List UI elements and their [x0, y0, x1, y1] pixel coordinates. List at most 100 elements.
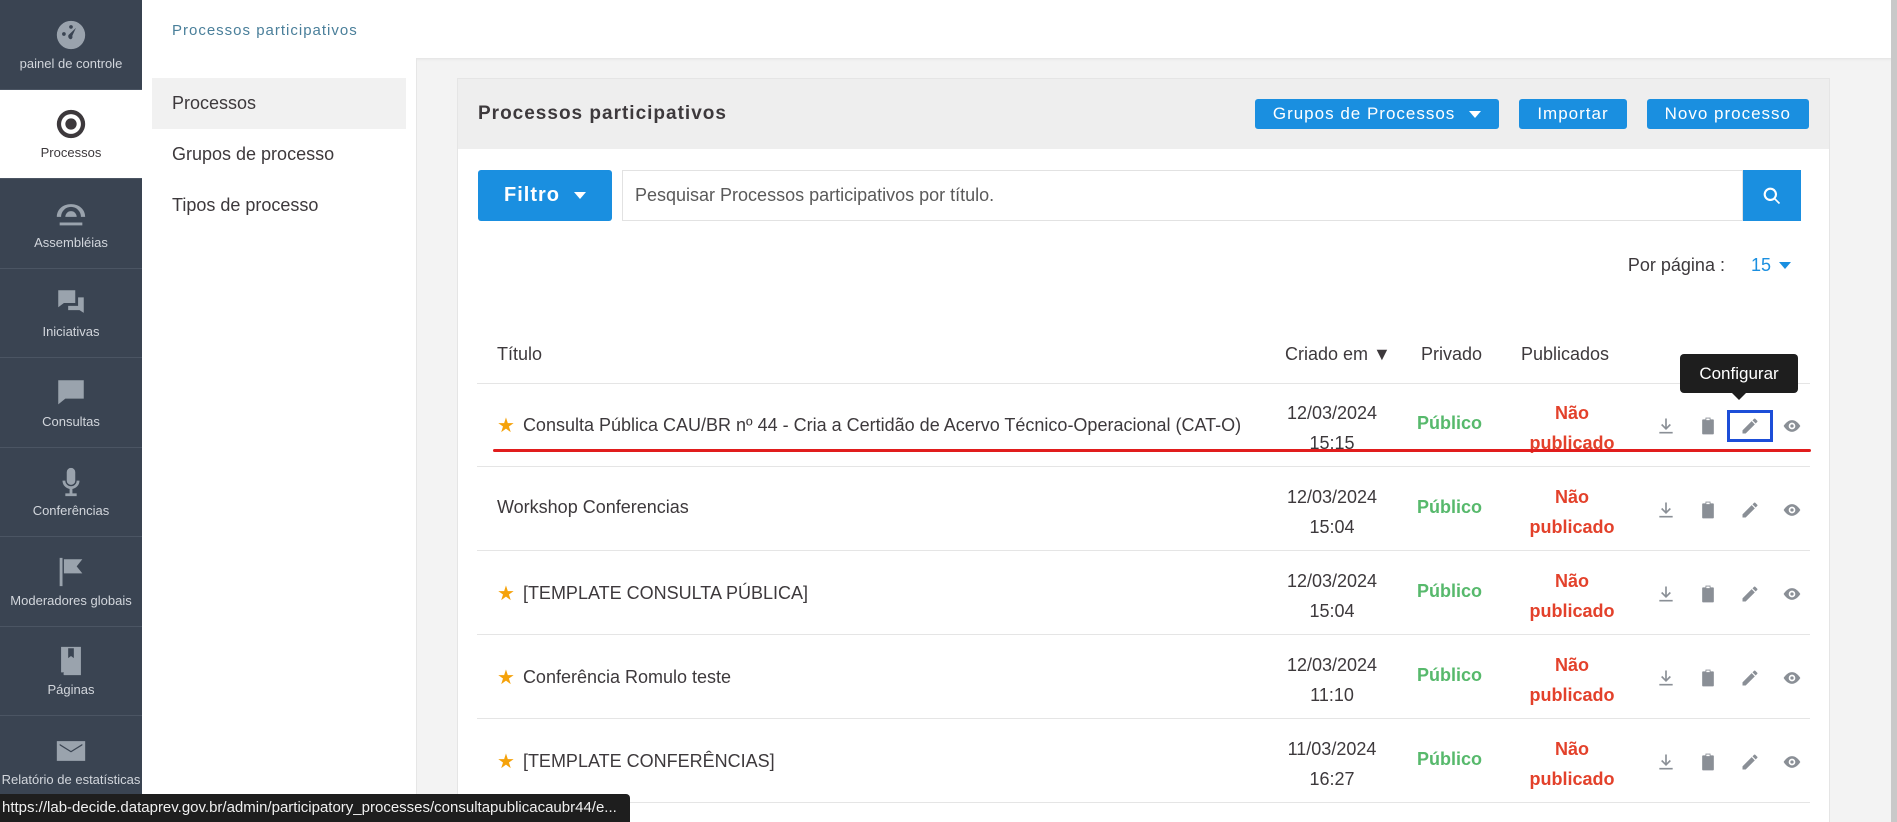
eye-icon	[1783, 504, 1801, 516]
row-created: 11/03/2024 16:27	[1272, 734, 1392, 794]
sidebar-item-conferences[interactable]: Conferências	[0, 448, 142, 537]
sidebar-item-pages[interactable]: Páginas	[0, 627, 142, 716]
per-page-dropdown[interactable]: 15	[1751, 255, 1791, 276]
preview-button[interactable]	[1771, 664, 1813, 692]
submenu-item-processes[interactable]: Processos	[152, 78, 406, 129]
row-title[interactable]: Workshop Conferencias	[497, 497, 689, 518]
admin-sidebar: painel de controle Processos Assembléias…	[0, 0, 142, 822]
eye-icon	[1783, 588, 1801, 600]
clipboard-icon	[1702, 753, 1714, 771]
scrollbar[interactable]	[1891, 0, 1897, 822]
col-created[interactable]: Criado em ▼	[1285, 344, 1391, 365]
preview-button[interactable]	[1771, 496, 1813, 524]
pencil-icon	[1742, 586, 1758, 602]
row-date: 12/03/2024	[1286, 487, 1378, 507]
row-actions	[1645, 496, 1813, 524]
sidebar-item-label: Assembléias	[34, 234, 108, 250]
import-button[interactable]: Importar	[1519, 99, 1627, 129]
export-button[interactable]	[1645, 580, 1687, 608]
search-input[interactable]	[622, 170, 1743, 221]
configure-button[interactable]	[1729, 580, 1771, 608]
copy-button[interactable]	[1687, 748, 1729, 776]
table-row: Workshop Conferencias 12/03/2024 15:04 Públ…	[477, 468, 1810, 551]
sidebar-item-initiatives[interactable]: Iniciativas	[0, 269, 142, 358]
row-published-status: Não publicado	[1507, 566, 1637, 626]
eye-icon	[1783, 672, 1801, 684]
export-button[interactable]	[1645, 412, 1687, 440]
row-title-text: Workshop Conferencias	[497, 497, 689, 517]
star-icon[interactable]: ★	[497, 665, 515, 690]
eye-icon	[1783, 420, 1801, 432]
col-private[interactable]: Privado	[1421, 344, 1482, 365]
configure-button[interactable]	[1729, 748, 1771, 776]
submenu-item-process-types[interactable]: Tipos de processo	[152, 180, 406, 231]
preview-button[interactable]	[1771, 748, 1813, 776]
pencil-icon	[1742, 670, 1758, 686]
star-icon[interactable]: ★	[497, 749, 515, 774]
card-header: Processos participativos Grupos de Proce…	[458, 79, 1829, 149]
col-published[interactable]: Publicados	[1521, 344, 1609, 365]
row-published-line1: Não	[1554, 571, 1589, 591]
row-title-text: Consulta Pública CAU/BR nº 44 - Cria a C…	[522, 415, 1242, 435]
export-button[interactable]	[1645, 664, 1687, 692]
row-published-line1: Não	[1554, 739, 1589, 759]
caret-down-icon	[1469, 110, 1482, 118]
row-title[interactable]: ★ [TEMPLATE CONSULTA PÚBLICA]	[497, 581, 808, 606]
row-date: 12/03/2024	[1286, 571, 1378, 591]
configure-button[interactable]	[1729, 496, 1771, 524]
row-actions	[1645, 748, 1813, 776]
sidebar-item-assemblies[interactable]: Assembléias	[0, 179, 142, 269]
sidebar-item-processes[interactable]: Processos	[0, 89, 142, 179]
row-actions	[1645, 664, 1813, 692]
row-created: 12/03/2024 15:04	[1272, 482, 1392, 542]
row-published-line1: Não	[1554, 403, 1589, 423]
col-title[interactable]: Título	[497, 344, 542, 365]
microphone-icon	[62, 468, 80, 497]
row-time: 15:04	[1309, 601, 1355, 621]
filter-row: Filtro	[478, 170, 1801, 221]
download-icon	[1659, 418, 1673, 434]
submenu-item-process-groups[interactable]: Grupos de processo	[152, 129, 406, 180]
copy-button[interactable]	[1687, 580, 1729, 608]
process-groups-button[interactable]: Grupos de Processos	[1254, 99, 1500, 129]
star-icon[interactable]: ★	[497, 413, 515, 438]
table-row: ★ [TEMPLATE CONFERÊNCIAS] 11/03/2024 16:27 P…	[477, 720, 1810, 803]
configure-button[interactable]	[1727, 410, 1773, 442]
row-time: 15:04	[1309, 517, 1355, 537]
configure-tooltip: Configurar	[1680, 354, 1798, 400]
copy-button[interactable]	[1687, 412, 1729, 440]
chat-bubbles-icon	[58, 290, 84, 314]
row-published-line2: publicado	[1529, 601, 1615, 621]
row-title-text: [TEMPLATE CONSULTA PÚBLICA]	[522, 583, 809, 603]
row-title[interactable]: ★ Conferência Romulo teste	[497, 665, 731, 690]
copy-button[interactable]	[1687, 496, 1729, 524]
sidebar-item-consultations[interactable]: Consultas	[0, 358, 142, 448]
export-button[interactable]	[1645, 496, 1687, 524]
row-title[interactable]: ★ [TEMPLATE CONFERÊNCIAS]	[497, 749, 775, 774]
row-published-line2: publicado	[1529, 433, 1615, 453]
row-actions	[1645, 580, 1813, 608]
sidebar-item-label: Moderadores globais	[10, 592, 132, 608]
sidebar-item-dashboard[interactable]: painel de controle	[0, 0, 142, 90]
export-button[interactable]	[1645, 748, 1687, 776]
star-icon[interactable]: ★	[497, 581, 515, 606]
sidebar-item-statistics-report[interactable]: Relatório de estatísticas	[0, 716, 142, 806]
filter-button[interactable]: Filtro	[478, 170, 612, 221]
row-private-status: Público	[1417, 497, 1483, 517]
pencil-icon	[1742, 754, 1758, 770]
row-published-line2: publicado	[1529, 517, 1615, 537]
secondary-menu: Processos Grupos de processo Tipos de pr…	[142, 58, 417, 822]
new-process-button[interactable]: Novo processo	[1646, 99, 1809, 129]
copy-button[interactable]	[1687, 664, 1729, 692]
preview-button[interactable]	[1771, 412, 1813, 440]
row-private-status: Público	[1417, 665, 1483, 685]
table-row: ★ [TEMPLATE CONSULTA PÚBLICA] 12/03/2024 15…	[477, 552, 1810, 635]
sidebar-item-global-moderators[interactable]: Moderadores globais	[0, 537, 142, 627]
row-title[interactable]: ★ Consulta Pública CAU/BR nº 44 - Cria a …	[497, 413, 1241, 438]
search-button[interactable]	[1743, 170, 1801, 221]
row-title-text: [TEMPLATE CONFERÊNCIAS]	[522, 751, 775, 771]
preview-button[interactable]	[1771, 580, 1813, 608]
caret-down-icon	[1779, 262, 1791, 269]
configure-button[interactable]	[1729, 664, 1771, 692]
breadcrumb[interactable]: Processos participativos	[172, 22, 358, 39]
